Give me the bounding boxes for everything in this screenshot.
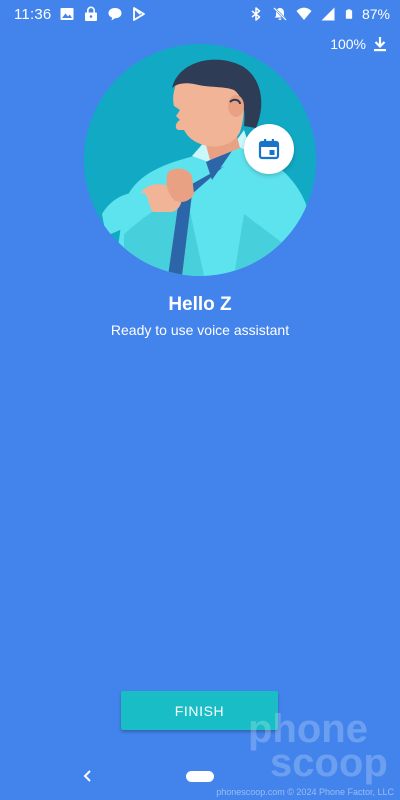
- watermark-logo: phone scoop: [248, 709, 398, 786]
- status-bar-left: 11:36: [14, 6, 147, 23]
- download-percent: 100%: [330, 36, 366, 52]
- wifi-icon: [296, 7, 312, 20]
- calendar-icon: [258, 139, 280, 160]
- battery-percent: 87%: [361, 6, 390, 22]
- image-icon: [60, 8, 74, 20]
- download-icon: [374, 37, 386, 52]
- calendar-badge: [244, 124, 294, 174]
- lock-icon: [85, 6, 98, 21]
- play-store-icon: [133, 7, 146, 21]
- chat-bubble-icon: [108, 8, 122, 21]
- home-pill-icon[interactable]: [186, 771, 214, 782]
- back-chevron-icon: [83, 770, 91, 782]
- bell-off-icon: [273, 7, 287, 21]
- cell-signal-icon: [321, 7, 335, 21]
- bluetooth-icon: [251, 7, 261, 21]
- watermark-credit: phonescoop.com © 2024 Phone Factor, LLC: [216, 787, 394, 797]
- watermark-logo-line2: scoop: [270, 741, 388, 785]
- voice-assistant-setup-screen: 11:36 87% 100% Hello Z Ready to use voic…: [0, 0, 400, 800]
- back-button[interactable]: [78, 766, 98, 786]
- greeting-title: Hello Z: [168, 294, 232, 315]
- download-indicator: 100%: [330, 36, 388, 52]
- greeting-subtitle: Ready to use voice assistant: [110, 322, 290, 338]
- status-bar-right: 87%: [248, 6, 390, 22]
- status-bar: 11:36 87%: [0, 0, 400, 28]
- battery-icon: [345, 9, 353, 19]
- status-time: 11:36: [14, 5, 52, 23]
